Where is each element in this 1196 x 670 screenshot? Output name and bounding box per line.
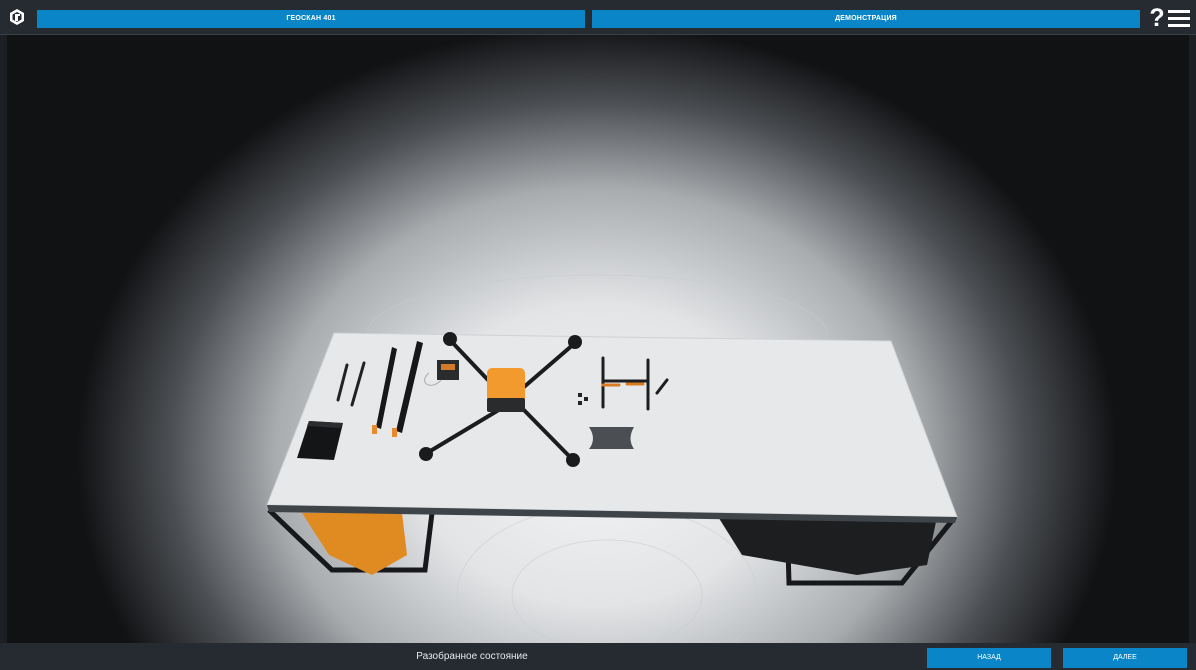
- menu-icon[interactable]: [1168, 10, 1190, 28]
- next-button[interactable]: ДАЛЕЕ: [1063, 648, 1187, 668]
- model-tab[interactable]: ГЕОСКАН 401: [37, 10, 585, 28]
- orange-case: [302, 513, 407, 575]
- carbon-plate: [589, 427, 634, 449]
- table-top: [266, 332, 958, 518]
- mode-tab[interactable]: ДЕМОНСТРАЦИЯ: [592, 10, 1140, 28]
- state-label: Разобранное состояние: [416, 651, 528, 662]
- back-button[interactable]: НАЗАД: [927, 648, 1051, 668]
- black-case: [717, 515, 937, 575]
- drone-body: [487, 368, 525, 412]
- top-bar: ГЕОСКАН 401 ДЕМОНСТРАЦИЯ ?: [0, 0, 1196, 35]
- logo-icon[interactable]: [9, 9, 25, 25]
- help-icon[interactable]: ?: [1148, 3, 1166, 33]
- assembly-scene: [266, 274, 958, 643]
- 3d-viewport[interactable]: [7, 35, 1189, 643]
- bottom-bar: Разобранное состояние НАЗАД ДАЛЕЕ: [0, 643, 1196, 670]
